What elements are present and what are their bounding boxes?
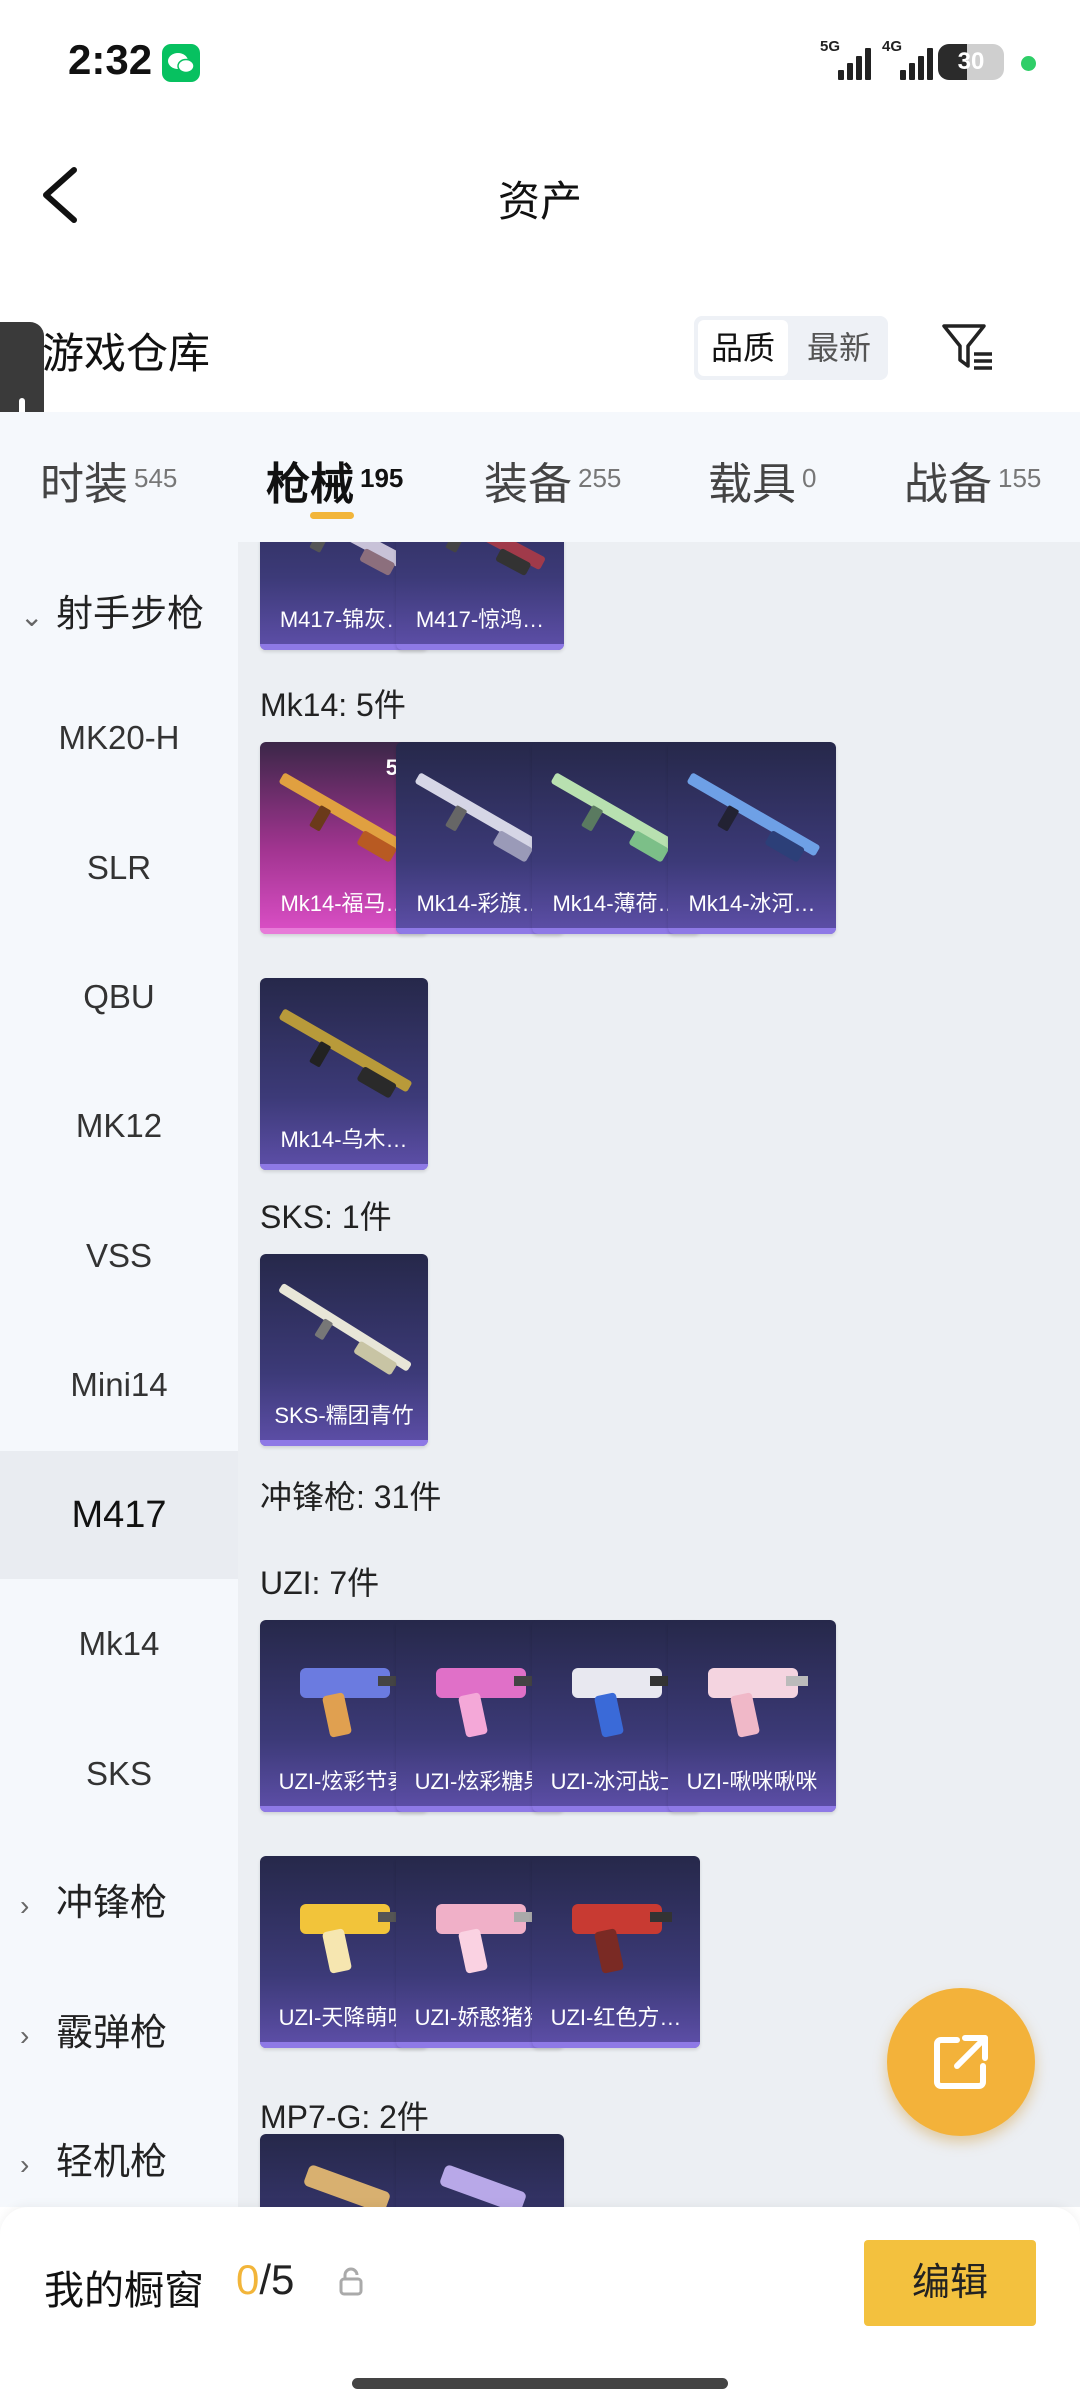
group-label-mk14: Mk14: 5件 [260,687,406,723]
weapon-card[interactable]: Mk14-冰河… [668,742,836,934]
tab-weapons[interactable]: 枪械 195 [266,448,403,512]
active-tab-indicator [310,512,354,519]
chevron-right-icon: › [20,1890,30,1921]
rifle-image [279,1009,412,1098]
tab-supplies[interactable]: 战备 155 [904,448,1041,512]
section-title: 游戏仓库 [42,330,211,377]
page-title: 资产 [497,178,582,225]
showcase-label: 我的橱窗 [44,2269,204,2313]
sidebar-item-mk12[interactable]: MK12 [0,1062,238,1190]
sidebar-category-lmg[interactable]: › 轻机枪 [0,2098,238,2207]
group-label-sks: SKS: 1件 [260,1199,392,1235]
rifle-image [279,1283,412,1375]
lock-icon [338,2266,364,2301]
smg-image [440,2165,526,2207]
weapon-card[interactable]: SKS-糯团青竹 [260,1254,428,1446]
chevron-right-icon: › [20,2020,30,2051]
signal-5g-icon: 5G [820,38,890,80]
sidebar-item-qbu[interactable]: QBU [0,933,238,1061]
sidebar-category-smg[interactable]: › 冲锋枪 [0,1839,238,1967]
weapon-card[interactable]: UZI-啾咪啾咪 [668,1620,836,1812]
tab-fashion[interactable]: 时装 545 [40,448,177,512]
battery-icon: 30 [938,44,1004,80]
weapon-card[interactable]: M417-惊鸿… [396,542,564,650]
showcase-count: 0/5 [236,2256,295,2303]
rifle-image [687,773,820,862]
chevron-down-icon: ⌄ [20,601,44,632]
group-label-smg: 冲锋枪: 31件 [260,1479,442,1515]
weapon-card[interactable]: Mk14-乌木… [260,978,428,1170]
sidebar-item-sks[interactable]: SKS [0,1710,238,1838]
sidebar-item-mk20h[interactable]: MK20-H [0,674,238,802]
sort-newest-button[interactable]: 最新 [794,320,884,376]
weapon-type-sidebar: ⌄ 射手步枪 MK20-H SLR QBU MK12 VSS Mini14 M41… [0,542,238,2207]
tab-equipment[interactable]: 装备 255 [484,448,621,512]
share-button[interactable] [887,1988,1035,2136]
sidebar-item-m417[interactable]: M417 [0,1451,238,1579]
sidebar-category-marksman[interactable]: ⌄ 射手步枪 [0,550,238,678]
sort-toggle: 品质 最新 [694,316,888,380]
share-external-icon [934,2035,988,2089]
filter-icon[interactable] [940,320,996,376]
category-tab-bar: 时装 545 枪械 195 装备 255 载具 0 战备 155 [0,412,1080,542]
status-time: 2:32 [68,36,153,83]
sort-quality-button[interactable]: 品质 [698,320,788,376]
home-indicator [352,2378,728,2389]
sidebar-item-vss[interactable]: VSS [0,1192,238,1320]
smg-image [708,1668,808,1738]
sidebar-item-mini14[interactable]: Mini14 [0,1321,238,1449]
sidebar-item-slr[interactable]: SLR [0,804,238,932]
sidebar-item-mk14[interactable]: Mk14 [0,1580,238,1708]
chevron-right-icon: › [20,2149,30,2180]
edit-button[interactable]: 编辑 [864,2240,1036,2326]
rifle-image [416,542,545,576]
sidebar-category-shotgun[interactable]: › 霰弹枪 [0,1969,238,2097]
smg-image [572,1904,672,1974]
weapon-card[interactable] [396,2134,564,2207]
privacy-indicator-dot [1021,56,1036,71]
tab-vehicles[interactable]: 载具 0 [708,448,816,512]
weapon-card[interactable]: UZI-红色方… [532,1856,700,2048]
group-label-uzi: UZI: 7件 [260,1565,380,1601]
group-label-mp7: MP7-G: 2件 [260,2099,429,2135]
wechat-notification-icon [162,44,200,82]
weapon-grid: M417-锦灰… M417-惊鸿… Mk14: 5件 5级 Mk14-福马… M… [238,542,1080,2207]
